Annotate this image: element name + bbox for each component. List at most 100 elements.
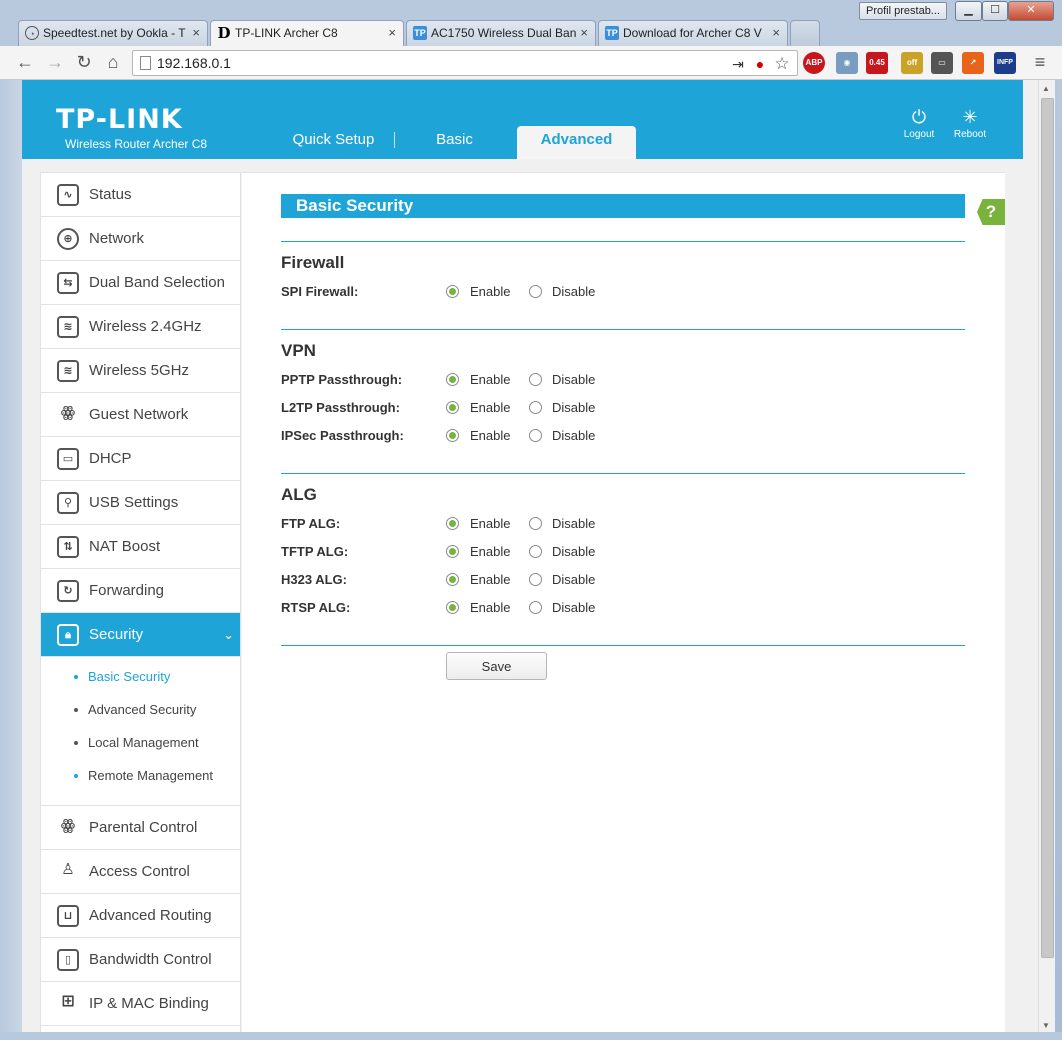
sidebar-item-nat-boost[interactable]: ⇅ NAT Boost	[41, 525, 240, 569]
logout-button[interactable]: ⏻ Logout	[894, 107, 944, 140]
chart-extension-icon[interactable]: ↗	[962, 52, 984, 74]
sidebar-item-ip-mac-binding[interactable]: ⊞ IP & MAC Binding	[41, 982, 240, 1026]
speed-badge-icon[interactable]: 0.45	[866, 52, 888, 74]
ipsec-disable-radio[interactable]	[529, 429, 542, 442]
submenu-advanced-security[interactable]: Advanced Security	[41, 698, 240, 731]
rtsp-alg-enable-radio[interactable]	[446, 601, 459, 614]
back-arrow-icon[interactable]: ←	[13, 51, 37, 75]
h323-alg-enable-radio[interactable]	[446, 573, 459, 586]
section-divider	[281, 473, 965, 474]
section-divider	[281, 645, 965, 646]
new-tab-button[interactable]	[790, 20, 820, 46]
profile-button[interactable]: Profil prestab...	[859, 2, 947, 20]
sidebar-item-advanced-routing[interactable]: ⊔ Advanced Routing	[41, 894, 240, 938]
tftp-alg-disable-radio[interactable]	[529, 545, 542, 558]
row-rtsp-alg: RTSP ALG: Enable Disable	[281, 598, 965, 618]
field-label: RTSP ALG:	[281, 600, 351, 615]
tab-download[interactable]: TP Download for Archer C8 V ×	[598, 20, 788, 46]
submenu-remote-management[interactable]: Remote Management	[41, 764, 240, 797]
scroll-down-icon[interactable]: ▼	[1042, 1021, 1050, 1030]
star-icon[interactable]: ☆	[773, 55, 791, 73]
home-icon[interactable]: ⌂	[101, 51, 125, 75]
reboot-button[interactable]: ✳ Reboot	[945, 107, 995, 140]
rtsp-alg-disable-radio[interactable]	[529, 601, 542, 614]
sidebar-item-label: Network	[89, 230, 145, 247]
h323-alg-disable-radio[interactable]	[529, 573, 542, 586]
camera-icon[interactable]: ◉	[836, 52, 858, 74]
address-bar[interactable]: ⇥ ● ☆	[132, 50, 798, 76]
row-pptp-passthrough: PPTP Passthrough: Enable Disable	[281, 370, 965, 390]
infp-icon[interactable]: INFP	[994, 52, 1016, 74]
menu-icon[interactable]: ≡	[1028, 51, 1052, 75]
sidebar-item-usb-settings[interactable]: ⚲ USB Settings	[41, 481, 240, 525]
scroll-up-icon[interactable]: ▲	[1042, 84, 1050, 93]
sidebar-item-wireless-24[interactable]: ≋ Wireless 2.4GHz	[41, 305, 240, 349]
off-badge-icon[interactable]: off	[901, 52, 923, 74]
page-scrollbar[interactable]: ▲ ▼	[1038, 80, 1055, 1032]
submenu-local-management[interactable]: Local Management	[41, 731, 240, 764]
close-icon[interactable]: ×	[192, 25, 200, 40]
sidebar-item-guest-network[interactable]: ꙮ Guest Network	[41, 393, 240, 437]
l2tp-enable-radio[interactable]	[446, 401, 459, 414]
dual-band-icon: ⇆	[57, 272, 79, 294]
scrollbar-thumb[interactable]	[1041, 98, 1054, 958]
sidebar-item-network[interactable]: ⊕ Network	[41, 217, 240, 261]
wifi-icon: ≋	[57, 360, 79, 382]
sidebar-item-forwarding[interactable]: ↻ Forwarding	[41, 569, 240, 613]
globe-icon: ⊕	[57, 228, 79, 250]
adblock-icon[interactable]: ABP	[803, 52, 825, 74]
sidebar-item-dhcp[interactable]: ▭ DHCP	[41, 437, 240, 481]
l2tp-disable-radio[interactable]	[529, 401, 542, 414]
minimize-button[interactable]: ▁	[955, 1, 982, 21]
spi-firewall-disable-radio[interactable]	[529, 285, 542, 298]
enable-label: Enable	[470, 400, 511, 415]
tab-advanced[interactable]: Advanced	[517, 126, 636, 159]
forwarding-icon: ↻	[57, 580, 79, 602]
reload-icon[interactable]: ↻	[72, 51, 96, 75]
submenu-label: Local Management	[88, 735, 199, 750]
sidebar-item-bandwidth-control[interactable]: ▯ Bandwidth Control	[41, 938, 240, 982]
tab-speedtest[interactable]: ◔ Speedtest.net by Ookla - T ×	[18, 20, 208, 46]
spi-firewall-enable-radio[interactable]	[446, 285, 459, 298]
close-window-button[interactable]: ✕	[1008, 1, 1054, 21]
sidebar-item-status[interactable]: ∿ Status	[41, 173, 240, 217]
row-l2tp-passthrough: L2TP Passthrough: Enable Disable	[281, 398, 965, 418]
block-icon[interactable]: ●	[751, 55, 769, 73]
tab-ac1750[interactable]: TP AC1750 Wireless Dual Ban ×	[406, 20, 596, 46]
ipsec-enable-radio[interactable]	[446, 429, 459, 442]
help-icon[interactable]: ?	[977, 199, 1005, 225]
close-icon[interactable]: ×	[388, 25, 396, 40]
tab-quick-setup[interactable]: Quick Setup	[277, 126, 390, 159]
tab-tplink-archer[interactable]: D TP-LINK Archer C8 ×	[210, 20, 404, 47]
row-ftp-alg: FTP ALG: Enable Disable	[281, 514, 965, 534]
sidebar-item-parental-control[interactable]: ꙮ Parental Control	[41, 806, 240, 850]
enable-label: Enable	[470, 600, 511, 615]
sidebar-item-wireless-5[interactable]: ≋ Wireless 5GHz	[41, 349, 240, 393]
tab-title: AC1750 Wireless Dual Ban	[431, 26, 577, 40]
tab-title: TP-LINK Archer C8	[235, 26, 338, 40]
tftp-alg-enable-radio[interactable]	[446, 545, 459, 558]
tplink-logo: TP-LINK	[56, 104, 183, 135]
row-ipsec-passthrough: IPSec Passthrough: Enable Disable	[281, 426, 965, 446]
sidebar-item-access-control[interactable]: ♙ Access Control	[41, 850, 240, 894]
pptp-enable-radio[interactable]	[446, 373, 459, 386]
close-icon[interactable]: ×	[772, 25, 780, 40]
ftp-alg-enable-radio[interactable]	[446, 517, 459, 530]
submenu-basic-security[interactable]: Basic Security	[41, 665, 240, 698]
close-icon[interactable]: ×	[580, 25, 588, 40]
bullet-icon	[74, 708, 78, 712]
ftp-alg-disable-radio[interactable]	[529, 517, 542, 530]
url-input[interactable]	[157, 54, 717, 72]
routing-icon: ⊔	[57, 905, 79, 927]
router-model: Wireless Router Archer C8	[65, 137, 208, 151]
forward-arrow-icon[interactable]: →	[43, 51, 67, 75]
maximize-button[interactable]: ☐	[982, 1, 1008, 21]
tab-basic[interactable]: Basic	[407, 126, 502, 159]
save-button[interactable]: Save	[446, 652, 547, 680]
sidebar-item-dual-band[interactable]: ⇆ Dual Band Selection	[41, 261, 240, 305]
cast-icon[interactable]: ▭	[931, 52, 953, 74]
pptp-disable-radio[interactable]	[529, 373, 542, 386]
chevron-down-icon: ⌄	[223, 627, 234, 642]
sidebar-item-security[interactable]: 🔒︎ Security ⌄	[41, 613, 240, 657]
pin-icon[interactable]: ⇥	[729, 55, 747, 73]
